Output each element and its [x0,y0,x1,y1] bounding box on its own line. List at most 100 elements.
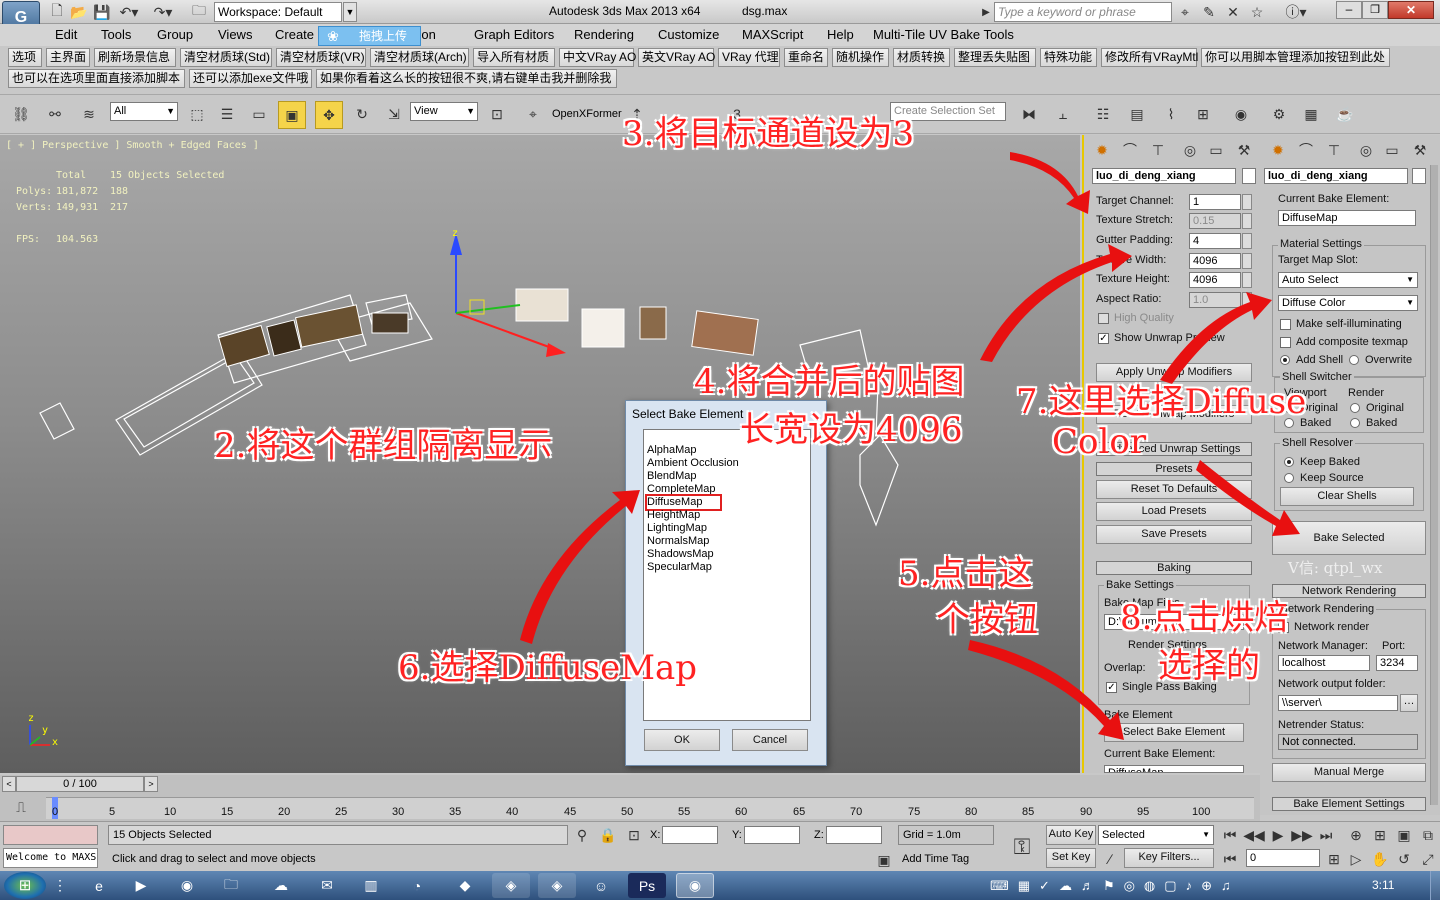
menu-customize[interactable]: Customize [658,26,719,44]
render-original-radio[interactable] [1350,403,1360,413]
network-output-field[interactable]: \\server\ [1278,695,1398,711]
selection-filter-dropdown[interactable]: All ▼ [110,102,178,121]
script-button-add-here[interactable]: 你可以用脚本管理添加按钮到此处 [1201,48,1390,67]
material-editor-icon[interactable]: ◉ [1228,101,1254,127]
upload-badge[interactable]: ❀ 拖拽上传 [318,26,421,46]
manual-merge-button[interactable]: Manual Merge [1272,763,1426,782]
next-frame-icon[interactable]: ▶▶ [1291,826,1313,844]
target-map-slot-dropdown[interactable]: Auto Select ▼ [1278,272,1418,288]
render-production-icon[interactable]: ☕ [1332,101,1358,127]
add-time-tag-field[interactable]: Add Time Tag [898,850,994,870]
add-shell-radio[interactable] [1280,355,1290,365]
openxformer-label[interactable]: OpenXFormer [552,108,622,120]
help-icon[interactable]: ⓘ▾ [1282,3,1310,21]
script-button-material-convert[interactable]: 材质转换 [893,48,950,67]
reference-coordinate-dropdown[interactable]: View ▼ [410,102,478,121]
rectangular-selection-icon[interactable]: ▭ [246,101,272,127]
default-tangent-icon[interactable]: ∕ [1100,850,1120,868]
select-object-icon[interactable]: ⬚ [184,101,210,127]
bake-element-settings-rollout[interactable]: Bake Element Settings [1272,797,1426,811]
high-quality-checkbox[interactable] [1098,313,1109,324]
menu-rendering[interactable]: Rendering [574,26,634,44]
browse-output-button[interactable]: … [1400,694,1418,712]
script-button-special[interactable]: 特殊功能 [1040,48,1097,67]
create-tab-icon[interactable]: ✹ [1092,140,1112,160]
time-slider-next[interactable]: > [144,776,158,792]
zoom-icon[interactable]: ⊕ [1346,826,1366,844]
search-arrow-icon[interactable]: ▶ [980,3,992,21]
script-button-vray-proxy[interactable]: VRay 代理 [718,48,780,67]
menu-create[interactable]: Create [275,26,314,44]
menu-tools[interactable]: Tools [101,26,131,44]
single-pass-checkbox[interactable]: ✓ [1106,682,1117,693]
save-icon[interactable]: 💾 [93,3,111,21]
maxscript-taskbar-icon[interactable]: ✉ [308,873,346,898]
aspect-ratio-spinner[interactable] [1242,292,1252,308]
list-item-diffusemap[interactable]: DiffuseMap [644,494,723,511]
motion-tab-icon[interactable]: ◎ [1180,140,1200,160]
3dsmax-taskbar-icon-2[interactable]: ◈ [538,873,576,898]
object-name-field-right[interactable]: luo_di_deng_xiang [1264,168,1408,184]
baking-rollout[interactable]: Baking [1096,561,1252,575]
key-filters-button[interactable]: Key Filters... [1124,848,1214,868]
reset-defaults-button[interactable]: Reset To Defaults [1096,480,1252,499]
display-tab-icon[interactable]: ▭ [1382,140,1402,160]
list-item-shadowsmap[interactable]: ShadowsMap [647,548,714,561]
menu-help[interactable]: Help [827,26,854,44]
undo-icon[interactable]: ↶▾ [118,3,140,21]
display-tab-icon[interactable]: ▭ [1206,140,1226,160]
texture-stretch-field[interactable]: 0.15 [1189,213,1241,229]
project-folder-icon[interactable]: 🗀 [190,2,208,21]
texture-stretch-spinner[interactable] [1242,213,1252,229]
script-button-clear-arch[interactable]: 清空材质球(Arch) [370,48,469,67]
script-button-modify-vraymtl[interactable]: 修改所有VRayMtl [1101,48,1198,67]
app-taskbar-icon[interactable]: ▶ [122,873,160,898]
selection-lock-icon[interactable]: 🔒 [599,826,616,844]
openxformer-icon[interactable]: ⌖ [520,101,546,127]
current-frame-field[interactable]: 0 [1246,849,1320,867]
script-button-add-script[interactable]: 也可以在选项里面直接添加脚本 [8,69,185,88]
script-button-delete-me[interactable]: 如果你看着这么长的按钮很不爽,请右键单击我并删除我 [316,69,617,88]
menu-views[interactable]: Views [218,26,252,44]
script-button-clear-std[interactable]: 清空材质球(Std) [180,48,272,67]
show-desktop-button[interactable] [1430,871,1440,900]
port-field[interactable]: 3234 [1376,655,1418,671]
utilities-tab-icon[interactable]: ⚒ [1410,140,1430,160]
window-crossing-icon[interactable]: ▣ [278,101,306,129]
qq-browser-taskbar-icon[interactable]: ◔ [398,873,436,898]
list-item-heightmap[interactable]: HeightMap [647,509,700,522]
favorites-star-icon[interactable]: ☆ [1248,3,1266,21]
modify-tab-icon[interactable]: ⌒ [1296,140,1316,160]
3dsmax-taskbar-icon-1[interactable]: ◈ [492,873,530,898]
previous-frame-icon[interactable]: ◀◀ [1243,826,1265,844]
mini-curve-editor-icon[interactable]: ⎍ [10,797,32,817]
network-rendering-rollout[interactable]: Network Rendering [1272,584,1426,598]
wechat-taskbar-icon[interactable]: ☺ [582,873,620,898]
workspace-dropdown[interactable]: Workspace: Default [214,2,342,22]
select-by-name-icon[interactable]: ☰ [214,101,240,127]
y-coord-field[interactable] [744,826,800,844]
search-input[interactable]: Type a keyword or phrase [994,2,1172,22]
set-key-button[interactable]: Set Key [1046,848,1096,868]
save-presets-button[interactable]: Save Presets [1096,525,1252,544]
photoshop-taskbar-icon[interactable]: Ps [628,873,666,898]
bake-selected-button[interactable]: Bake Selected [1272,521,1426,555]
auto-key-button[interactable]: Auto Key [1046,825,1096,845]
communication-icon[interactable]: ✕ [1224,3,1242,21]
isolate-selection-icon[interactable]: ⚲ [574,826,590,844]
script-button-main-ui[interactable]: 主界面 [46,48,90,67]
key-mode-dropdown[interactable]: Selected ▼ [1098,825,1214,845]
script-button-missing-maps[interactable]: 整理丢失贴图 [954,48,1036,67]
time-slider[interactable]: 0 / 100 [16,776,144,792]
workspace-dropdown-arrow-icon[interactable]: ▼ [343,2,357,22]
texture-width-field[interactable]: 4096 [1189,253,1241,269]
list-item-lightingmap[interactable]: LightingMap [647,522,707,535]
gutter-padding-field[interactable]: 4 [1189,233,1241,249]
play-icon[interactable]: ▶ [1268,826,1288,844]
close-button[interactable]: ✕ [1388,1,1434,19]
set-key-icon[interactable]: ⚿ [1004,830,1040,864]
script-button-refresh-scene[interactable]: 刷新场景信息 [94,48,176,67]
menu-group[interactable]: Group [157,26,193,44]
network-manager-field[interactable]: localhost [1278,655,1370,671]
gutter-padding-spinner[interactable] [1242,233,1252,249]
